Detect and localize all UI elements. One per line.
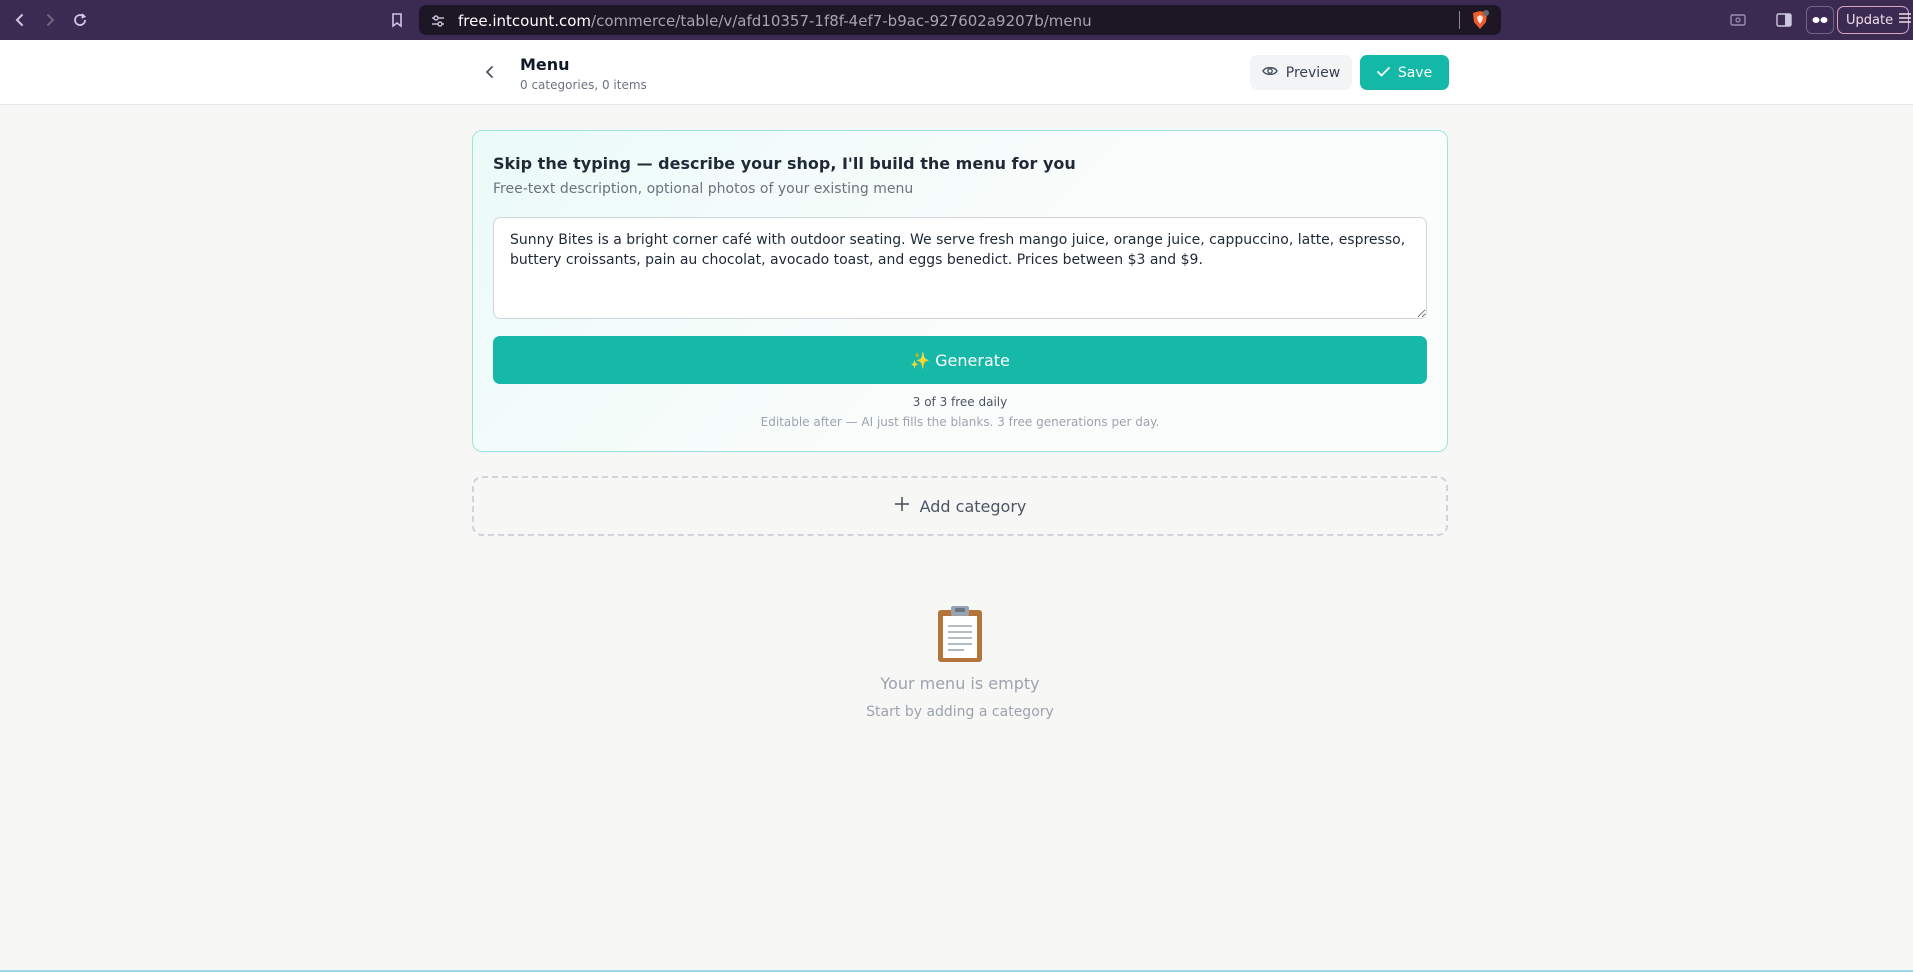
back-button[interactable]	[478, 60, 502, 84]
wallet-icon[interactable]	[1726, 8, 1750, 32]
back-nav-icon[interactable]	[8, 8, 32, 32]
url-text: free.intcount.com/commerce/table/v/afd10…	[458, 12, 1092, 30]
plus-icon	[894, 496, 910, 516]
empty-state-title: Your menu is empty	[880, 674, 1040, 693]
update-button[interactable]: Update	[1837, 6, 1912, 34]
app-header: Menu 0 categories, 0 items Preview Save	[0, 40, 1913, 105]
clipboard-icon	[930, 604, 990, 664]
url-divider	[1459, 11, 1460, 29]
forward-nav-icon[interactable]	[38, 8, 62, 32]
address-bar[interactable]: free.intcount.com/commerce/table/v/afd10…	[419, 5, 1501, 35]
url-path: /commerce/table/v/afd10357-1f8f-4ef7-b9a…	[591, 12, 1092, 30]
browser-toolbar: free.intcount.com/commerce/table/v/afd10…	[0, 0, 1913, 40]
save-label: Save	[1397, 64, 1433, 81]
chevron-left-icon	[485, 66, 493, 78]
preview-label: Preview	[1285, 64, 1341, 81]
ai-card-subtitle: Free-text description, optional photos o…	[493, 181, 914, 197]
page-title: Menu	[520, 55, 570, 74]
url-domain: free.intcount.com	[458, 12, 592, 30]
page-subtitle: 0 categories, 0 items	[520, 78, 647, 92]
shop-description-input[interactable]: Sunny Bites is a bright corner café with…	[493, 217, 1427, 319]
private-window-icon[interactable]	[1806, 6, 1834, 34]
save-button[interactable]: Save	[1360, 55, 1449, 90]
eye-icon	[1261, 65, 1278, 81]
sidebar-toggle-icon[interactable]	[1772, 8, 1796, 32]
add-category-label: Add category	[919, 496, 1027, 516]
empty-state-subtitle: Start by adding a category	[866, 704, 1054, 720]
brave-shields-icon[interactable]	[1471, 10, 1489, 30]
ai-menu-generator-card: Skip the typing — describe your shop, I'…	[472, 130, 1448, 452]
generation-hint: Editable after — AI just fills the blank…	[760, 415, 1160, 429]
generation-quota: 3 of 3 free daily	[912, 395, 1008, 409]
update-label: Update	[1846, 12, 1894, 28]
site-settings-icon[interactable]	[431, 13, 445, 32]
preview-button[interactable]: Preview	[1250, 55, 1352, 90]
check-icon	[1376, 65, 1390, 81]
add-category-button[interactable]: Add category	[472, 476, 1448, 536]
reload-icon[interactable]	[68, 8, 92, 32]
generate-button[interactable]: ✨ Generate	[493, 336, 1427, 384]
bookmark-icon[interactable]	[385, 8, 409, 32]
ai-card-title: Skip the typing — describe your shop, I'…	[493, 154, 1076, 173]
hamburger-menu-icon	[1898, 12, 1912, 28]
